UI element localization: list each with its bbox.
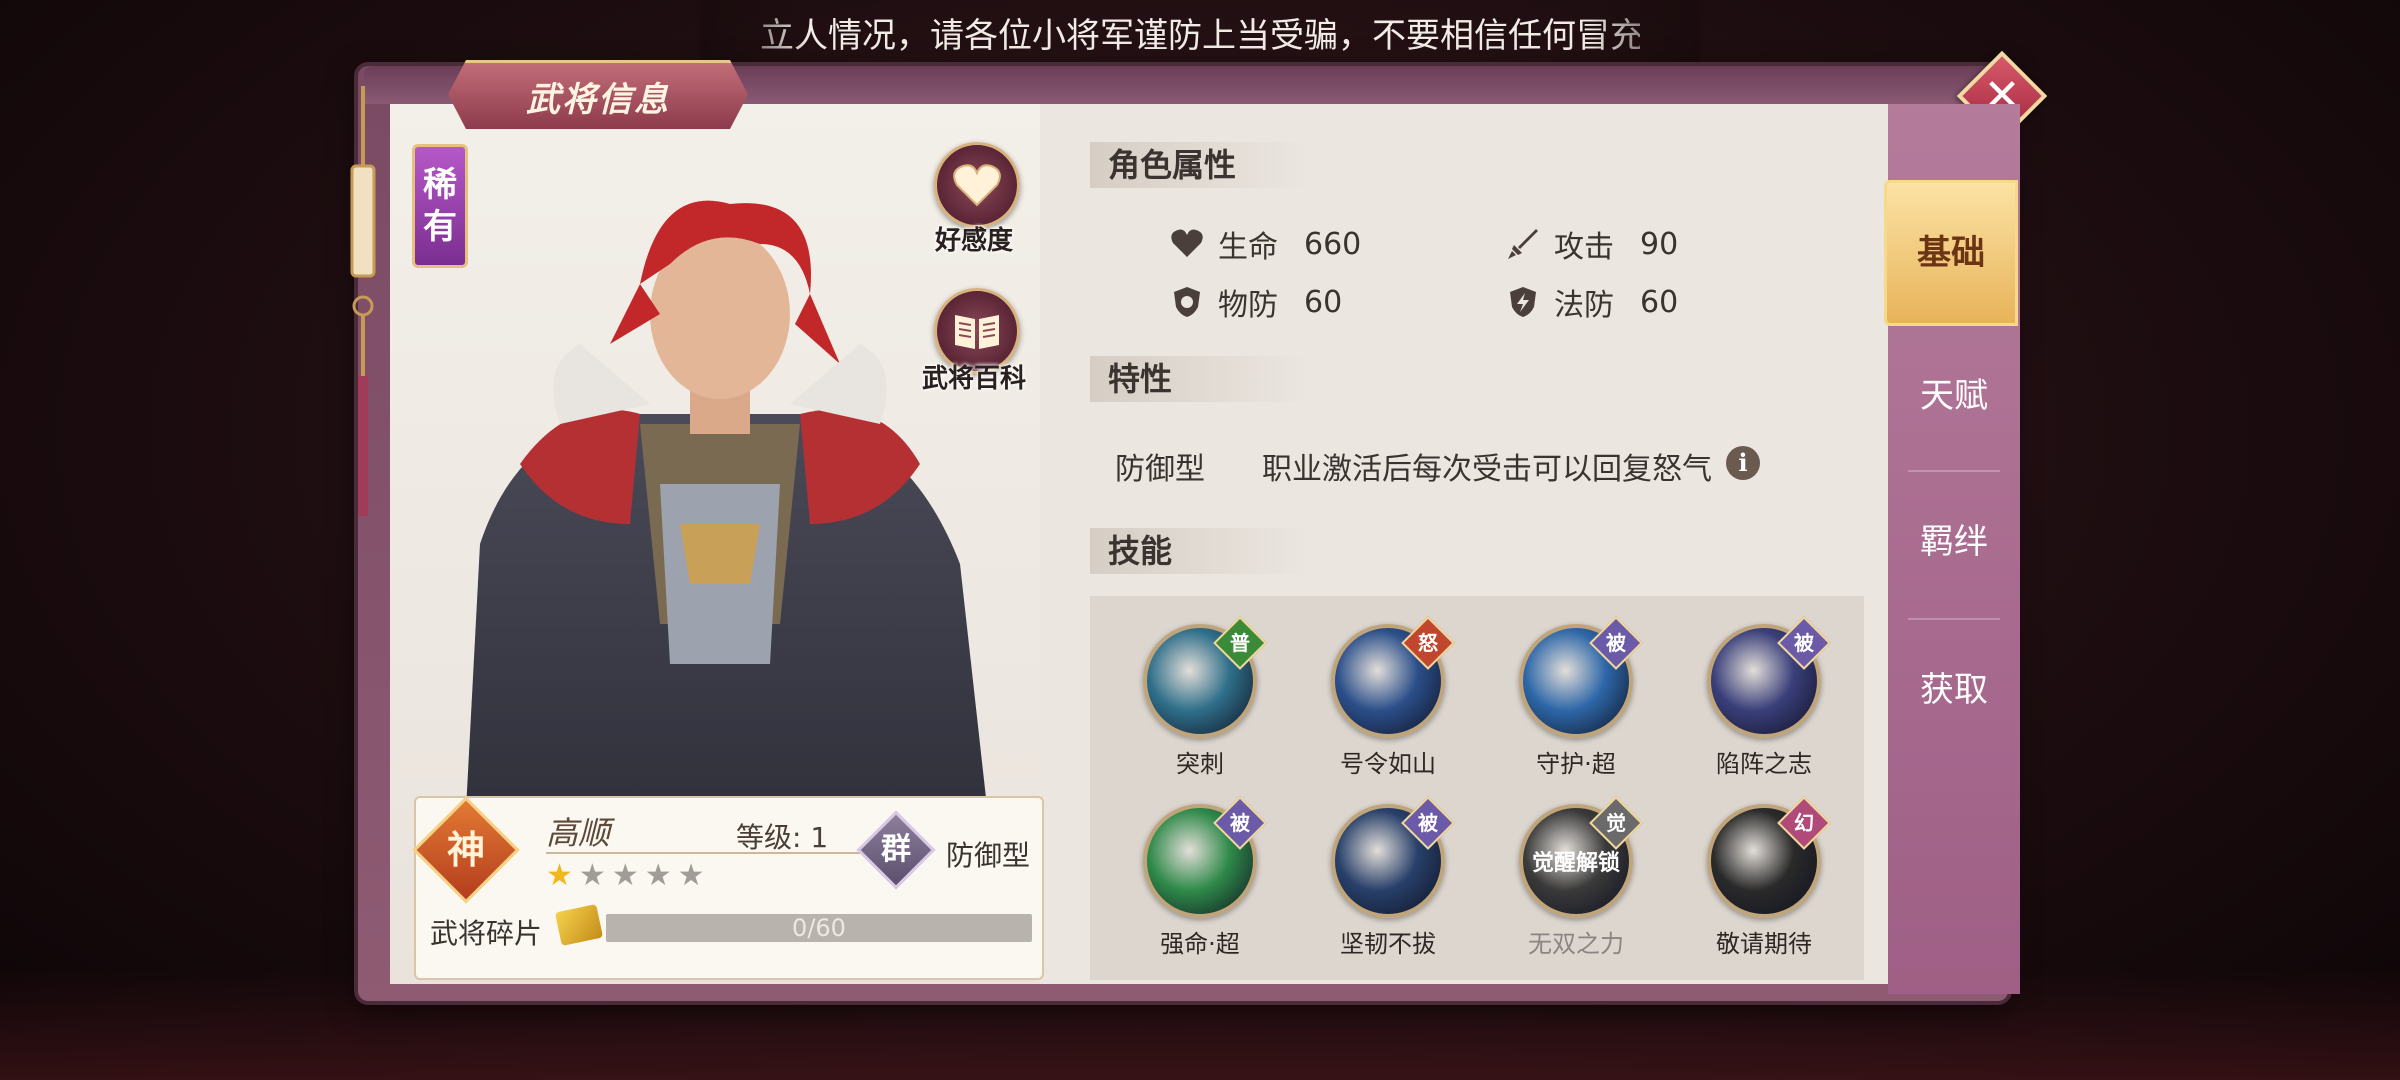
fragments-progress-text: 0/60 xyxy=(792,914,846,942)
skill-type-badge: 被 xyxy=(1230,811,1250,835)
skill-type-badge: 怒 xyxy=(1418,631,1438,655)
skills-heading: 技能 xyxy=(1090,528,1308,574)
rope-ornament xyxy=(350,86,376,516)
skill-name: 号令如山 xyxy=(1340,750,1436,778)
skill-slot[interactable]: 被强命·超 xyxy=(1120,796,1280,959)
rarity-badge: 稀有 xyxy=(412,144,468,268)
tab-obtain[interactable]: 获取 xyxy=(1888,620,2020,760)
traits-heading: 特性 xyxy=(1090,356,1308,402)
skill-slot[interactable]: 被坚韧不拔 xyxy=(1308,796,1468,959)
attr-value: 90 xyxy=(1640,226,1679,262)
side-tab-bar: 基础 天赋 羁绊 获取 xyxy=(1884,104,2020,994)
skill-slot[interactable]: 怒号令如山 xyxy=(1308,616,1468,779)
skill-type-badge: 普 xyxy=(1230,631,1250,655)
star-rating: ★ ★ ★ ★ ★ xyxy=(546,858,705,893)
star-empty-icon: ★ xyxy=(578,858,606,893)
name-underline xyxy=(546,852,886,854)
skill-name: 坚韧不拔 xyxy=(1340,930,1436,958)
trait-description: 职业激活后每次受击可以回复怒气 xyxy=(1262,452,1712,487)
tab-basic[interactable]: 基础 xyxy=(1884,180,2018,326)
fragments-label: 武将碎片 xyxy=(430,917,543,950)
attr-value: 60 xyxy=(1304,284,1343,320)
info-icon[interactable]: i xyxy=(1726,446,1760,480)
star-empty-icon: ★ xyxy=(611,858,639,893)
skill-icon: 觉觉醒解锁 xyxy=(1519,796,1643,918)
star-empty-icon: ★ xyxy=(644,858,672,893)
favor-button[interactable] xyxy=(934,142,1020,228)
fragment-icon xyxy=(554,904,604,946)
attr-label: 法防 xyxy=(1554,288,1614,323)
trait-type: 防御型 xyxy=(1115,452,1205,487)
skill-icon: 被 xyxy=(1331,796,1455,918)
rarity-text: 稀有 xyxy=(423,165,457,247)
book-icon xyxy=(955,315,999,349)
skill-name: 突刺 xyxy=(1176,750,1224,778)
skill-type-badge: 被 xyxy=(1794,631,1814,655)
skill-icon: 幻 xyxy=(1707,796,1831,918)
skill-name: 陷阵之志 xyxy=(1716,750,1812,778)
ticker-text: 立人情况，请各位小将军谨防上当受骗，不要相信任何冒充 xyxy=(760,16,1640,56)
attr-value: 60 xyxy=(1640,284,1679,320)
attr-label: 攻击 xyxy=(1554,230,1614,265)
tab-talent[interactable]: 天赋 xyxy=(1888,326,2020,466)
skill-name: 无双之力 xyxy=(1528,930,1624,958)
hero-level: 等级: 1 xyxy=(736,821,829,854)
skill-name: 敬请期待 xyxy=(1716,930,1812,958)
skill-icon: 怒 xyxy=(1331,616,1455,738)
skill-type-badge: 被 xyxy=(1606,631,1626,655)
attributes-heading: 角色属性 xyxy=(1090,142,1308,188)
skill-icon: 被 xyxy=(1143,796,1267,918)
star-empty-icon: ★ xyxy=(677,858,705,893)
announcement-ticker: 立人情况，请各位小将军谨防上当受骗，不要相信任何冒充 xyxy=(760,8,1640,64)
star-filled-icon: ★ xyxy=(546,858,573,893)
tier-badge: 神 xyxy=(446,827,485,872)
skill-slot[interactable]: 被陷阵之志 xyxy=(1684,616,1844,779)
attr-label: 生命 xyxy=(1218,230,1278,265)
skill-type-badge: 被 xyxy=(1418,811,1438,835)
magic-shield-icon xyxy=(1510,287,1536,317)
skill-name: 守护·超 xyxy=(1536,750,1616,778)
heart-icon xyxy=(1171,229,1203,257)
attr-phys-def: 物防 60 xyxy=(1170,280,1342,324)
heart-icon xyxy=(953,164,1001,207)
skill-type-badge: 幻 xyxy=(1794,811,1814,835)
faction-badge: 群 xyxy=(881,832,911,867)
ticker-fade-left xyxy=(700,0,810,70)
shield-icon xyxy=(1174,287,1200,317)
attr-attack: 攻击 90 xyxy=(1506,222,1678,266)
hero-type-label: 防御型 xyxy=(946,839,1031,872)
tab-bonds[interactable]: 羁绊 xyxy=(1888,472,2020,612)
attr-hp: 生命 660 xyxy=(1170,222,1361,266)
skill-name: 强命·超 xyxy=(1160,930,1240,958)
ticker-fade-right xyxy=(1590,0,1700,70)
sword-icon xyxy=(1508,229,1538,259)
hero-summary-card: 神 高顺 等级: 1 群 防御型 ★ ★ ★ ★ ★ 武将碎片 0/60 xyxy=(412,796,1044,980)
skills-grid: 普突刺怒号令如山被守护·超被陷阵之志被强命·超被坚韧不拔觉觉醒解锁 无双之力幻敬请… xyxy=(1090,596,1864,980)
encyclopedia-label: 武将百科 xyxy=(921,364,1026,394)
skill-icon: 被 xyxy=(1519,616,1643,738)
attr-magic-def: 法防 60 xyxy=(1506,280,1678,324)
skill-lock-text: 觉醒解锁 xyxy=(1531,851,1620,876)
skill-slot[interactable]: 被守护·超 xyxy=(1496,616,1656,779)
skill-slot[interactable]: 觉觉醒解锁无双之力 xyxy=(1496,796,1656,959)
hero-name: 高顺 xyxy=(546,814,611,852)
panel-title: 武将信息 xyxy=(448,60,748,129)
attr-value: 660 xyxy=(1304,226,1362,262)
attr-label: 物防 xyxy=(1218,288,1278,323)
favor-label: 好感度 xyxy=(934,226,1013,256)
skill-slot[interactable]: 普突刺 xyxy=(1120,616,1280,779)
skill-icon: 被 xyxy=(1707,616,1831,738)
skill-icon: 普 xyxy=(1143,616,1267,738)
skill-slot[interactable]: 幻敬请期待 xyxy=(1684,796,1844,959)
